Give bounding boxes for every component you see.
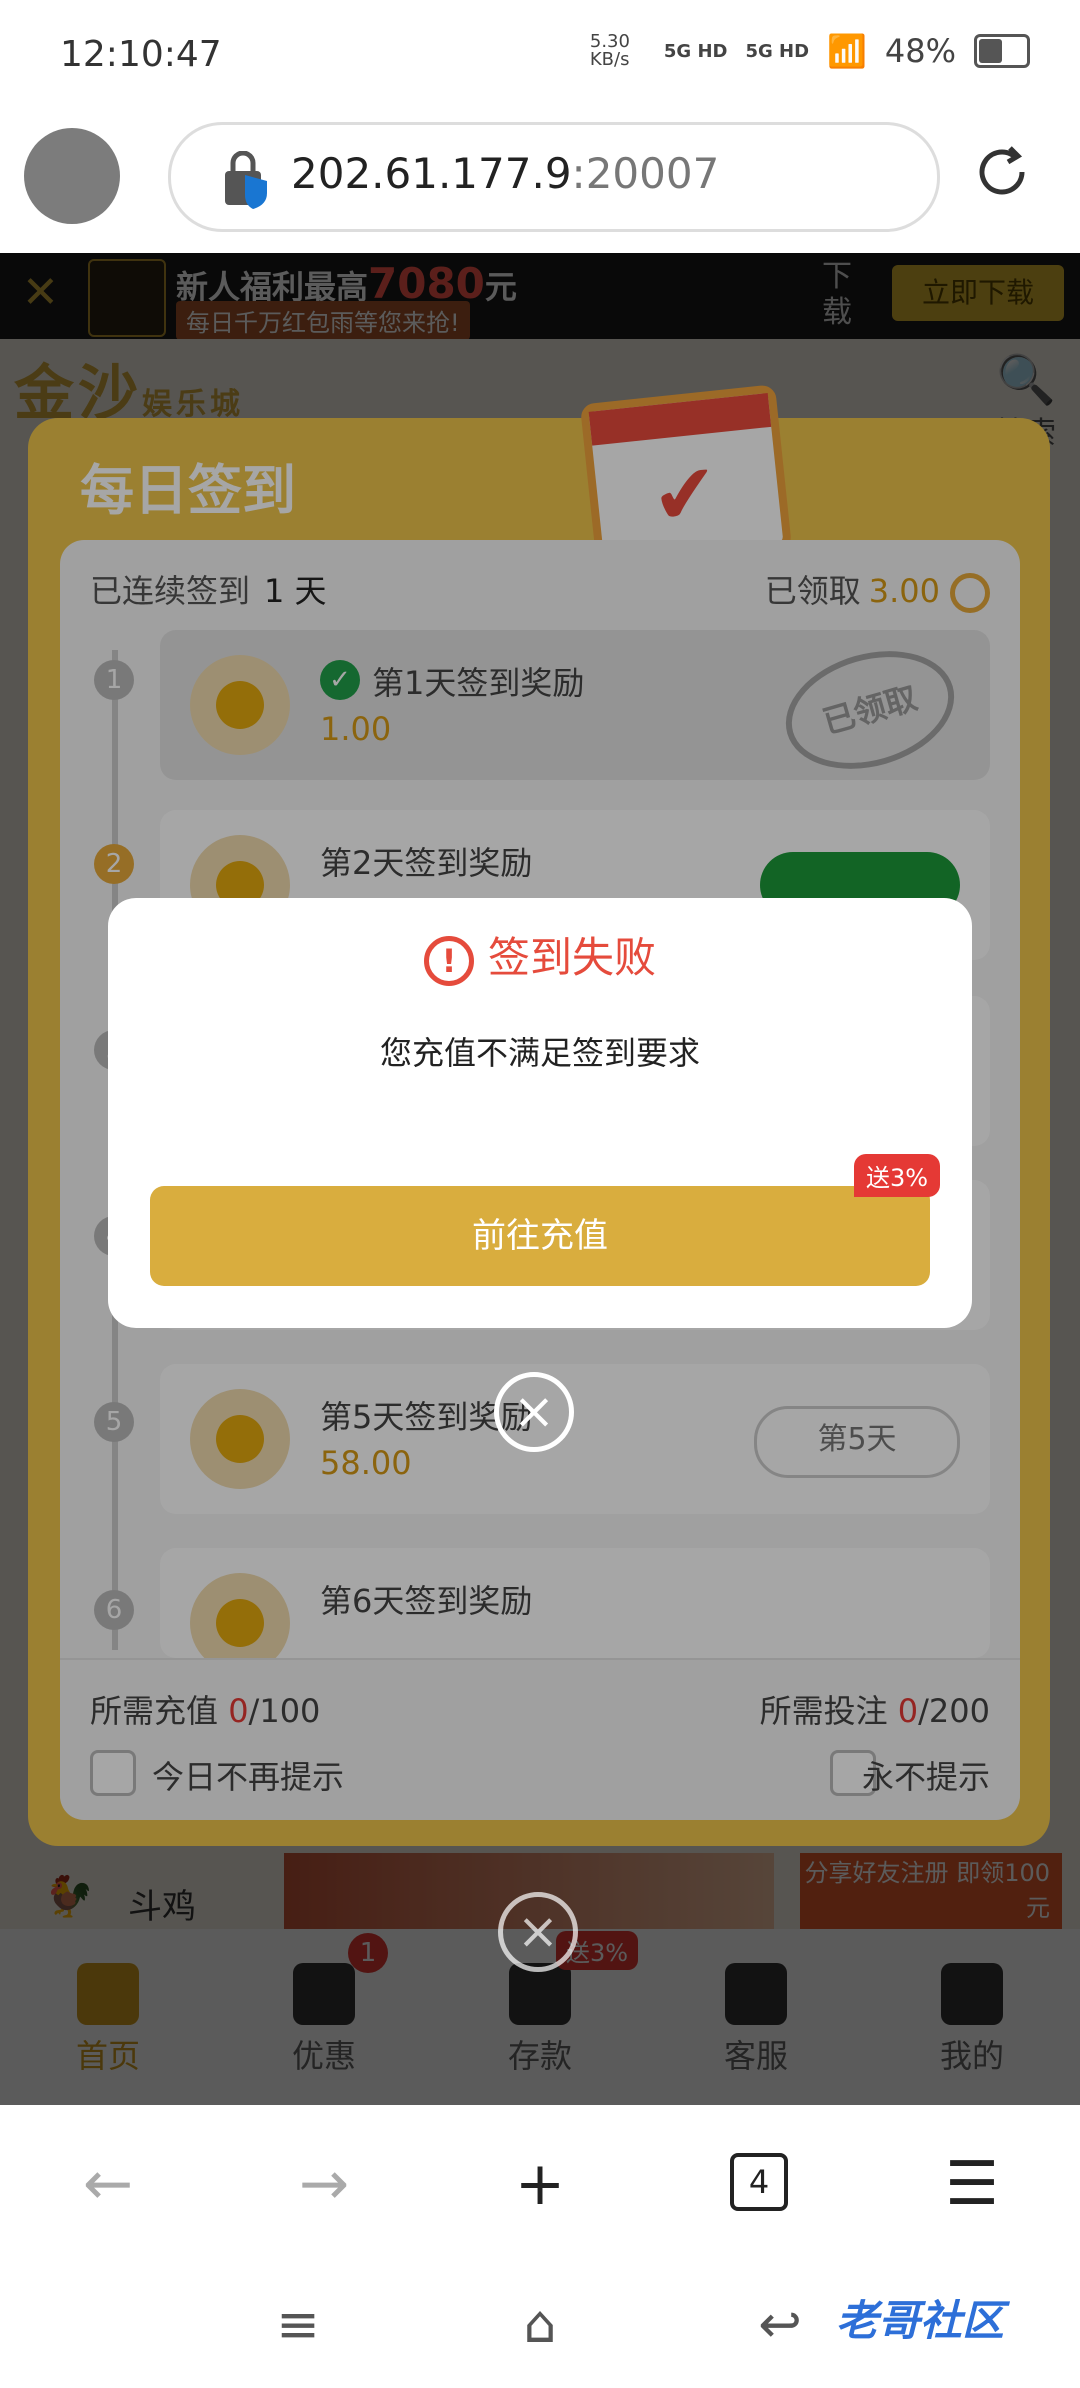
battery-icon — [974, 34, 1030, 68]
menu-icon[interactable]: ☰ — [922, 2149, 1022, 2219]
signal-1: 5G HD — [663, 40, 728, 62]
net-speed: 5.30 KB/s — [589, 31, 630, 70]
bonus-tag: 送3% — [854, 1154, 941, 1197]
system-nav: ≡ ⌂ ↩ 老哥社区 — [0, 2265, 1080, 2388]
signal-2: 5G HD — [745, 40, 810, 62]
watermark: 老哥社区 — [836, 2296, 1005, 2345]
modal-title-text: 签到失败 — [487, 933, 656, 982]
reload-icon[interactable] — [970, 140, 1034, 204]
alert-icon: ! — [423, 935, 474, 986]
user-add-icon[interactable] — [24, 128, 120, 224]
battery-level: 48% — [884, 32, 956, 70]
address-bar[interactable]: 202.61.177.9:20007 — [168, 122, 940, 232]
new-tab-icon[interactable]: + — [490, 2149, 590, 2219]
url-host: 202.61.177.9 — [291, 149, 572, 198]
back-icon[interactable]: ← — [58, 2149, 158, 2219]
tabs-count-button[interactable]: 4 — [730, 2153, 788, 2211]
forward-icon[interactable]: → — [274, 2149, 374, 2219]
browser-nav: ← → + 4 ☰ — [0, 2105, 1080, 2265]
error-modal: ! 签到失败 您充值不满足签到要求 前往充值 送3% — [108, 898, 972, 1328]
status-bar: 12:10:47 5.30 KB/s 5G HD 5G HD 📶 48% — [0, 0, 1080, 118]
home-nav-icon[interactable]: ⌂ — [490, 2295, 590, 2355]
url-text[interactable]: 202.61.177.9:20007 — [291, 149, 719, 198]
status-indicators: 5.30 KB/s 5G HD 5G HD 📶 48% — [590, 32, 1030, 70]
lock-shield-icon — [225, 151, 267, 209]
panel-close-icon[interactable]: × — [498, 1892, 578, 1972]
modal-message: 您充值不满足签到要求 — [379, 1034, 700, 1072]
browser-toolbar: 202.61.177.9:20007 — [0, 118, 1080, 255]
recents-icon[interactable]: ≡ — [248, 2295, 348, 2355]
modal-title: ! 签到失败 — [108, 924, 972, 986]
url-port: :20007 — [571, 149, 720, 198]
back-nav-icon[interactable]: ↩ — [730, 2295, 830, 2355]
wifi-icon: 📶 — [827, 32, 867, 70]
status-time: 12:10:47 — [60, 34, 222, 75]
modal-close-icon[interactable]: × — [494, 1372, 574, 1452]
go-recharge-button[interactable]: 前往充值 — [150, 1186, 930, 1286]
